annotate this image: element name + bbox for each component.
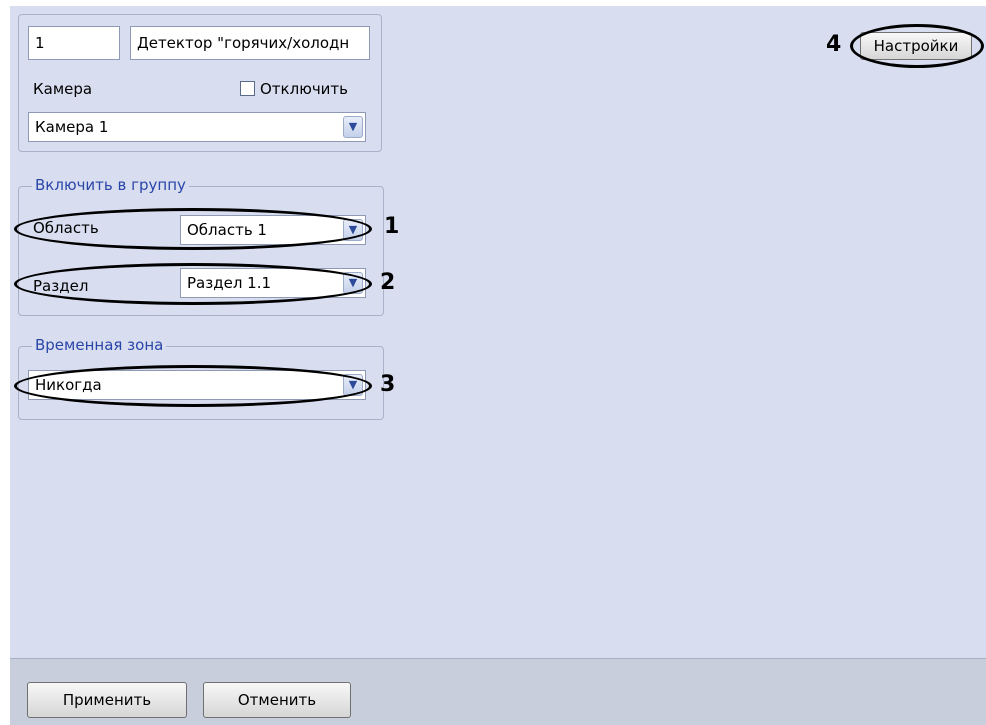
section-select[interactable]: Раздел 1.1 ▼ [180, 268, 366, 298]
callout-number-2: 2 [380, 270, 396, 295]
chevron-down-icon[interactable]: ▼ [343, 116, 363, 138]
apply-button[interactable]: Применить [27, 682, 187, 718]
chevron-down-icon[interactable]: ▼ [343, 374, 363, 396]
camera-select-value: Камера 1 [35, 118, 109, 136]
chevron-down-icon[interactable]: ▼ [343, 219, 363, 241]
cancel-button[interactable]: Отменить [203, 682, 351, 718]
area-label: Область [33, 219, 99, 237]
area-select-value: Область 1 [187, 221, 267, 239]
callout-number-4: 4 [826, 32, 842, 57]
object-id-field[interactable]: 1 [28, 26, 120, 60]
group-title: Включить в группу [32, 176, 189, 194]
disable-label: Отключить [260, 80, 349, 98]
callout-number-3: 3 [380, 372, 396, 397]
camera-label: Камера [33, 80, 93, 98]
object-name-field[interactable]: Детектор "горячих/холодн [130, 26, 370, 60]
time-zone-title: Временная зона [32, 336, 167, 354]
section-select-value: Раздел 1.1 [187, 274, 272, 292]
time-zone-select[interactable]: Никогда ▼ [28, 370, 366, 400]
time-zone-select-value: Никогда [35, 376, 102, 394]
callout-number-1: 1 [384, 214, 400, 239]
settings-button[interactable]: Настройки [860, 32, 972, 60]
disable-checkbox[interactable] [240, 81, 255, 96]
section-label: Раздел [33, 277, 89, 295]
chevron-down-icon[interactable]: ▼ [343, 272, 363, 294]
area-select[interactable]: Область 1 ▼ [180, 215, 366, 245]
camera-select[interactable]: Камера 1 ▼ [28, 112, 366, 142]
